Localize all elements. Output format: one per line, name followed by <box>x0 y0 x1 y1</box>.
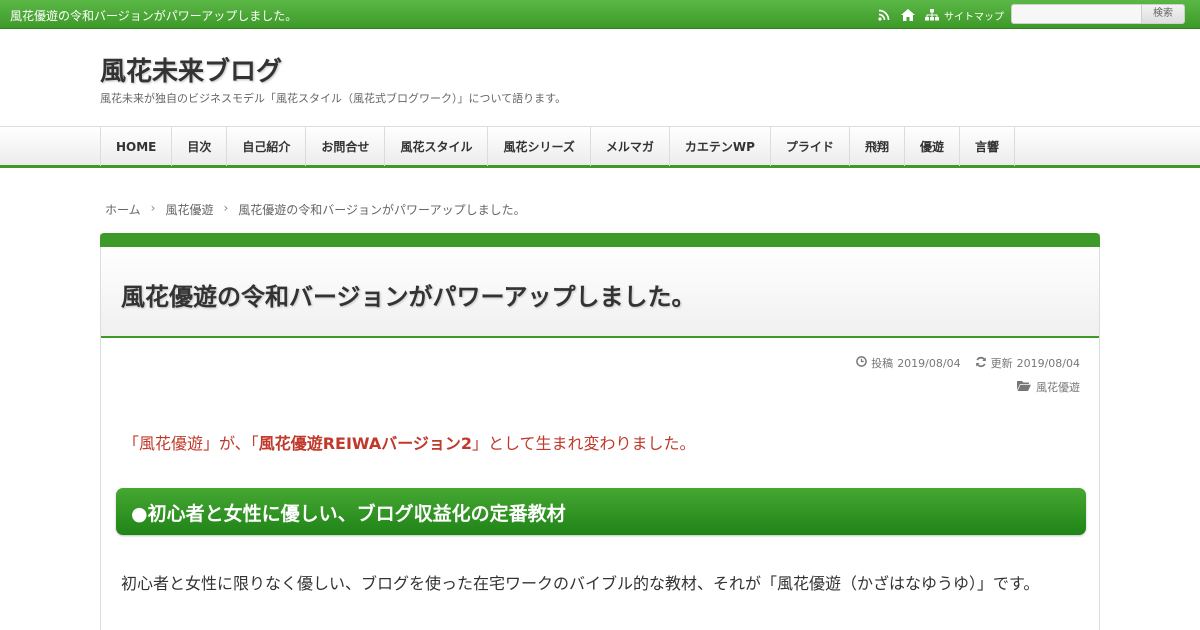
sitemap-icon <box>924 7 940 23</box>
site-title[interactable]: 風花未来ブログ <box>100 51 282 88</box>
nav-item-hisho[interactable]: 飛翔 <box>850 127 905 166</box>
nav-item-kaeten-wp[interactable]: カエテンWP <box>670 127 771 166</box>
nav-item-home[interactable]: HOME <box>101 127 173 166</box>
lead-bold: 風花優遊REIWAバージョン2 <box>258 434 473 453</box>
section-heading-box: ●初心者と女性に優しい、ブログ収益化の定番教材 <box>116 488 1086 535</box>
top-bar: 風花優遊の令和バージョンがパワーアップしました。 サイトマップ 検索 <box>0 0 1200 29</box>
posted-label: 投稿 <box>871 357 894 370</box>
post-meta: 投稿 2019/08/04 更新 2019/08/04 <box>856 355 1080 371</box>
nav-item-profile[interactable]: 自己紹介 <box>227 127 307 166</box>
article: 風花優遊の令和バージョンがパワーアップしました。 投稿 2019/08/04 更… <box>100 233 1100 630</box>
nav-item-fuka-style[interactable]: 風花スタイル <box>385 127 489 166</box>
category-link[interactable]: 風花優遊 <box>1036 379 1080 395</box>
nav-item-contents[interactable]: 目次 <box>172 127 228 166</box>
lead-suffix: 」として生まれ変わりました。 <box>472 434 696 453</box>
breadcrumb-category[interactable]: 風花優遊 <box>165 201 213 218</box>
nav-item-yuyu[interactable]: 優遊 <box>905 127 960 166</box>
site-description: 風花未来が独自のビジネスモデル「風花スタイル（風花式ブログワーク）」について語り… <box>100 92 567 105</box>
clock-icon <box>856 356 868 370</box>
nav-item-fuka-series[interactable]: 風花シリーズ <box>488 127 591 166</box>
updated-date: 2019/08/04 <box>1016 356 1080 370</box>
site-tagline: 風花優遊の令和バージョンがパワーアップしました。 <box>10 9 298 23</box>
nav-item-genkyo[interactable]: 言響 <box>960 127 1015 166</box>
updated-label: 更新 <box>990 357 1013 370</box>
breadcrumb-current: 風花優遊の令和バージョンがパワーアップしました。 <box>238 203 526 217</box>
nav-item-contact[interactable]: お問合せ <box>306 127 386 166</box>
nav-item-mailmag[interactable]: メルマガ <box>591 127 670 166</box>
article-title: 風花優遊の令和バージョンがパワーアップしました。 <box>121 283 696 311</box>
posted-date: 2019/08/04 <box>897 356 961 370</box>
breadcrumb-home[interactable]: ホーム <box>105 201 141 218</box>
sitemap-label: サイトマップ <box>944 11 1004 23</box>
post-category: 風花優遊 <box>1017 379 1080 395</box>
search-button[interactable]: 検索 <box>1141 4 1185 24</box>
lead-prefix: 「風花優遊」が、「 <box>123 434 259 453</box>
breadcrumb: ホーム › 風花優遊 › 風花優遊の令和バージョンがパワーアップしました。 <box>105 201 526 218</box>
nav-item-pride[interactable]: プライド <box>771 127 850 166</box>
top-tools: サイトマップ <box>876 6 1004 24</box>
section-heading: ●初心者と女性に優しい、ブログ収益化の定番教材 <box>131 503 566 525</box>
main-nav: HOME 目次 自己紹介 お問合せ 風花スタイル 風花シリーズ メルマガ カエテ… <box>0 126 1200 168</box>
sitemap-link[interactable]: サイトマップ <box>924 7 1004 23</box>
breadcrumb-separator: › <box>223 201 229 215</box>
body-paragraph: 初心者と女性に限りなく優しい、ブログを使った在宅ワークのバイブル的な教材、それが… <box>121 574 1040 593</box>
refresh-icon <box>975 356 987 371</box>
search-form: 検索 <box>1011 4 1189 24</box>
breadcrumb-separator: › <box>150 201 156 215</box>
nav-menu: HOME 目次 自己紹介 お問合せ 風花スタイル 風花シリーズ メルマガ カエテ… <box>100 127 1015 166</box>
search-input[interactable] <box>1011 4 1141 24</box>
lead-text: 「風花優遊」が、「風花優遊REIWAバージョン2」として生まれ変わりました。 <box>123 430 696 454</box>
article-header: 風花優遊の令和バージョンがパワーアップしました。 <box>101 247 1099 338</box>
folder-icon <box>1017 380 1031 394</box>
rss-icon[interactable] <box>876 7 892 23</box>
home-icon[interactable] <box>900 7 916 23</box>
article-top-stripe <box>100 233 1100 247</box>
